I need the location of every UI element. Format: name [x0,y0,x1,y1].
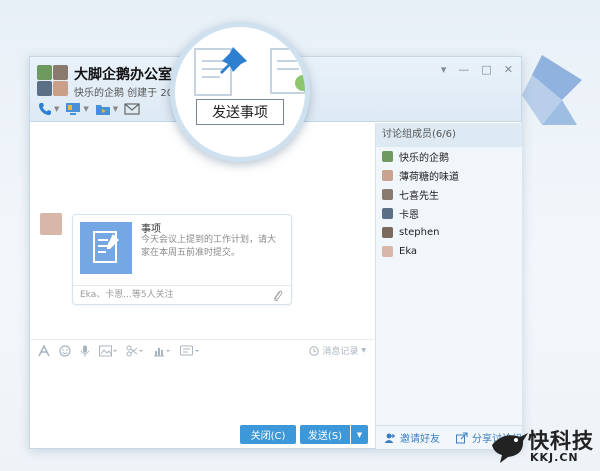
avatar [382,208,393,219]
invite-label: 邀请好友 [400,434,440,445]
decorative-origami-shape [522,55,582,125]
task-description: 今天会议上提到的工作计划，请大家在本周五前准时提交。 [141,235,277,258]
list-item[interactable]: stephen [376,223,522,242]
member-name: stephen [399,227,440,238]
send-task-tooltip: 发送事项 [196,99,284,125]
input-toolbar: 消息记录 ▼ [30,339,374,361]
phone-icon [39,103,51,115]
emoji-icon[interactable] [59,344,71,357]
task-followers: Eka、卡恩...等5人关注 [73,285,291,304]
list-item[interactable]: 快乐的企鹅 [376,147,522,166]
chat-toolbar: ▼ ▼ ▼ [38,100,140,118]
magnifier-callout [170,22,310,162]
avatar[interactable] [40,213,62,235]
clock-icon [309,345,320,356]
avatar [382,227,393,238]
send-button[interactable]: 发送(S) [300,425,350,444]
invite-friends-button[interactable]: 邀请好友 [384,430,440,445]
site-watermark: 快科技 KKJ.CN [490,423,600,467]
close-icon[interactable]: ✕ [504,63,513,76]
message-history-button[interactable]: 消息记录 ▼ [309,344,366,357]
image-icon[interactable] [99,345,117,357]
avatar [382,170,393,181]
add-user-icon [384,433,395,443]
call-button[interactable]: ▼ [38,100,59,118]
member-name: 快乐的企鹅 [399,153,449,164]
list-item[interactable]: Eka [376,242,522,261]
message-area[interactable]: 事项 今天会议上提到的工作计划，请大家在本周五前准时提交。 Eka、卡恩...等… [30,123,374,335]
member-name: Eka [399,246,418,257]
group-avatar[interactable] [37,65,69,97]
followers-text: Eka、卡恩...等5人关注 [80,290,174,300]
font-icon[interactable] [38,344,50,357]
list-item[interactable]: 七喜先生 [376,185,522,204]
screen-share-button[interactable]: ▼ [65,100,89,118]
chevron-down-icon: ▼ [54,105,60,113]
group-subtitle: 快乐的企鹅 创建于 201 [74,88,180,99]
minimize-icon[interactable]: — [458,63,469,76]
avatar [382,151,393,162]
close-button[interactable]: 关闭(C) [240,425,296,444]
group-title: 大脚企鹅办公室 [74,67,172,83]
member-name: 七喜先生 [399,191,439,202]
task-title: 事项 [141,224,161,235]
chevron-down-icon: ▼ [361,347,366,354]
task-document-icon [80,222,132,274]
monitor-icon [66,103,81,115]
window-controls: ▾ — □ ✕ [441,63,513,76]
member-name: 薄荷糖的味道 [399,172,459,183]
history-label: 消息记录 [322,347,359,357]
share-icon [456,432,468,443]
list-item[interactable]: 卡恩 [376,204,522,223]
member-panel: 讨论组成员(6/6) 快乐的企鹅 薄荷糖的味道 七喜先生 卡恩 stephen … [375,123,522,449]
avatar [382,189,393,200]
watermark-sub: KKJ.CN [530,451,579,464]
chevron-down-icon: ▼ [83,105,89,113]
maximize-icon[interactable]: □ [481,63,491,76]
document-icon [194,48,232,96]
folder-icon [95,105,110,115]
dropdown-icon[interactable]: ▾ [441,63,447,76]
paperclip-icon[interactable] [273,289,283,302]
member-name: 卡恩 [399,210,419,221]
avatar [382,246,393,257]
email-button[interactable] [124,100,140,118]
microphone-icon[interactable] [80,345,90,357]
bird-logo-icon [492,433,528,463]
chevron-down-icon: ▼ [112,105,119,113]
scissors-icon[interactable] [126,345,144,357]
chart-icon[interactable] [153,345,171,357]
member-header: 讨论组成员(6/6) [376,123,522,147]
list-item[interactable]: 薄荷糖的味道 [376,166,522,185]
translate-icon[interactable] [180,345,200,357]
send-options-button[interactable]: ▼ [351,425,368,444]
message-input[interactable] [30,361,374,419]
file-button[interactable]: ▼ [95,100,118,118]
task-card[interactable]: 事项 今天会议上提到的工作计划，请大家在本周五前准时提交。 Eka、卡恩...等… [72,214,292,305]
mail-icon [124,103,140,115]
